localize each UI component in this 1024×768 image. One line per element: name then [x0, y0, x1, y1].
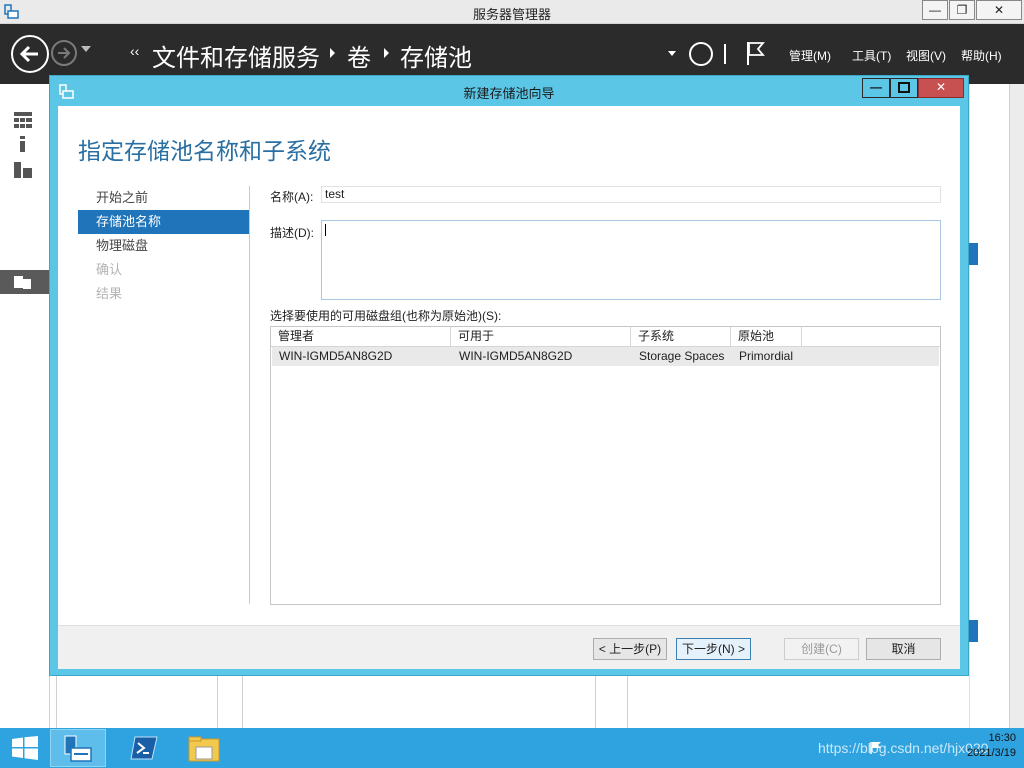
local-server-icon[interactable] — [14, 136, 32, 152]
column-managed-by[interactable]: 管理者 — [271, 327, 451, 347]
history-dropdown-icon[interactable] — [81, 46, 91, 52]
arrow-left-icon — [19, 45, 38, 63]
new-storage-pool-wizard: 新建存储池向导 — ✕ 指定存储池名称和子系统 开始之前 存储池名称 物理磁盘 … — [49, 75, 969, 676]
clock-date: 2021/3/19 — [967, 747, 1016, 759]
server-manager-icon — [64, 735, 92, 762]
table-row[interactable]: WIN-IGMD5AN8G2D WIN-IGMD5AN8G2D Storage … — [272, 347, 939, 366]
menu-tools[interactable]: 工具(T) — [852, 47, 891, 64]
wizard-body: 指定存储池名称和子系统 开始之前 存储池名称 物理磁盘 确认 结果 名称(A):… — [58, 106, 960, 669]
back-button[interactable] — [11, 35, 49, 73]
folder-icon — [188, 736, 220, 762]
step-confirmation: 确认 — [96, 262, 123, 277]
cell-available-to: WIN-IGMD5AN8G2D — [459, 349, 573, 363]
primordial-pool-grid[interactable]: 管理者 可用于 子系统 原始池 WIN-IGMD5AN8G2D WIN-IGMD… — [270, 326, 941, 605]
taskbar-server-manager[interactable] — [50, 729, 106, 767]
wizard-title: 新建存储池向导 — [463, 86, 555, 101]
wizard-close-button[interactable]: ✕ — [918, 78, 964, 98]
primordial-group-label: 选择要使用的可用磁盘组(也称为原始池)(S): — [270, 309, 502, 323]
file-storage-icon — [14, 276, 31, 289]
wizard-footer: < 上一步(P) 下一步(N) > 创建(C) 取消 — [58, 625, 960, 669]
next-button[interactable]: 下一步(N) > — [676, 638, 751, 660]
cell-subsystem: Storage Spaces — [639, 349, 725, 363]
wizard-minimize-button[interactable]: — — [862, 78, 890, 98]
clock-time: 16:30 — [988, 732, 1016, 744]
wizard-steps: 开始之前 存储池名称 物理磁盘 确认 结果 — [78, 186, 249, 306]
column-primordial-pool[interactable]: 原始池 — [731, 327, 802, 347]
cell-primordial-pool: Primordial — [739, 349, 794, 363]
description-label: 描述(D): — [270, 226, 314, 240]
windows-start-icon[interactable] — [12, 736, 38, 760]
breadcrumb-dropdown-icon[interactable] — [668, 51, 676, 56]
grid-header: 管理者 可用于 子系统 原始池 — [271, 327, 940, 347]
watermark-text: https://blog.csdn.net/hjx020 — [818, 740, 989, 756]
taskbar: https://blog.csdn.net/hjx020 16:30 2021/… — [0, 728, 1024, 768]
page-heading: 指定存储池名称和子系统 — [78, 139, 331, 165]
pool-name-input[interactable]: test — [321, 186, 941, 203]
arrow-right-icon — [58, 47, 71, 59]
breadcrumb-file-storage[interactable]: 文件和存储服务 — [152, 38, 320, 73]
background-scrollbar[interactable] — [1009, 84, 1024, 728]
menu-view[interactable]: 视图(V) — [906, 47, 946, 64]
breadcrumb-overflow[interactable]: ‹‹ — [130, 43, 139, 59]
wizard-maximize-button[interactable] — [890, 78, 918, 98]
breadcrumb-storage-pools: 存储池 — [400, 44, 472, 72]
column-subsystem[interactable]: 子系统 — [631, 327, 731, 347]
pool-description-input[interactable] — [321, 220, 941, 300]
server-manager-titlebar: 服务器管理器 — ❐ ✕ — [0, 0, 1024, 24]
action-center-flag-icon[interactable] — [870, 741, 882, 755]
refresh-icon[interactable] — [689, 42, 713, 66]
breadcrumb-separator-icon — [384, 48, 389, 58]
minimize-button[interactable]: — — [922, 0, 948, 20]
notifications-flag-icon[interactable] — [745, 40, 765, 66]
column-available-to[interactable]: 可用于 — [451, 327, 631, 347]
breadcrumb-separator-icon — [330, 48, 335, 58]
forward-button[interactable] — [51, 40, 77, 66]
previous-button[interactable]: < 上一步(P) — [593, 638, 667, 660]
cancel-button[interactable]: 取消 — [866, 638, 941, 660]
left-nav-file-storage-selected[interactable] — [0, 270, 50, 294]
steps-divider — [249, 186, 250, 604]
text-caret — [325, 224, 326, 236]
close-button[interactable]: ✕ — [976, 0, 1022, 20]
menu-manage[interactable]: 管理(M) — [789, 47, 831, 64]
breadcrumb-volumes[interactable]: 卷 — [347, 38, 371, 73]
step-results: 结果 — [96, 286, 123, 301]
system-clock[interactable]: 16:30 2021/3/19 — [967, 731, 1016, 761]
header-divider — [724, 44, 726, 64]
menu-help[interactable]: 帮助(H) — [961, 47, 1002, 64]
taskbar-file-explorer[interactable] — [176, 729, 232, 767]
step-physical-disks[interactable]: 物理磁盘 — [78, 234, 249, 258]
background-content-bottom — [56, 676, 969, 728]
maximize-icon — [898, 82, 910, 93]
cell-managed-by: WIN-IGMD5AN8G2D — [279, 349, 393, 363]
step-before-you-begin[interactable]: 开始之前 — [78, 186, 249, 210]
maximize-button[interactable]: ❐ — [949, 0, 975, 20]
window-title: 服务器管理器 — [472, 7, 551, 22]
dashboard-icon[interactable] — [14, 112, 32, 128]
all-servers-icon[interactable] — [14, 162, 32, 178]
name-label: 名称(A): — [270, 190, 314, 204]
create-button: 创建(C) — [784, 638, 859, 660]
left-navigation — [0, 84, 50, 728]
step-pool-name[interactable]: 存储池名称 — [78, 210, 249, 234]
taskbar-powershell[interactable] — [118, 729, 174, 767]
powershell-icon — [130, 736, 158, 760]
